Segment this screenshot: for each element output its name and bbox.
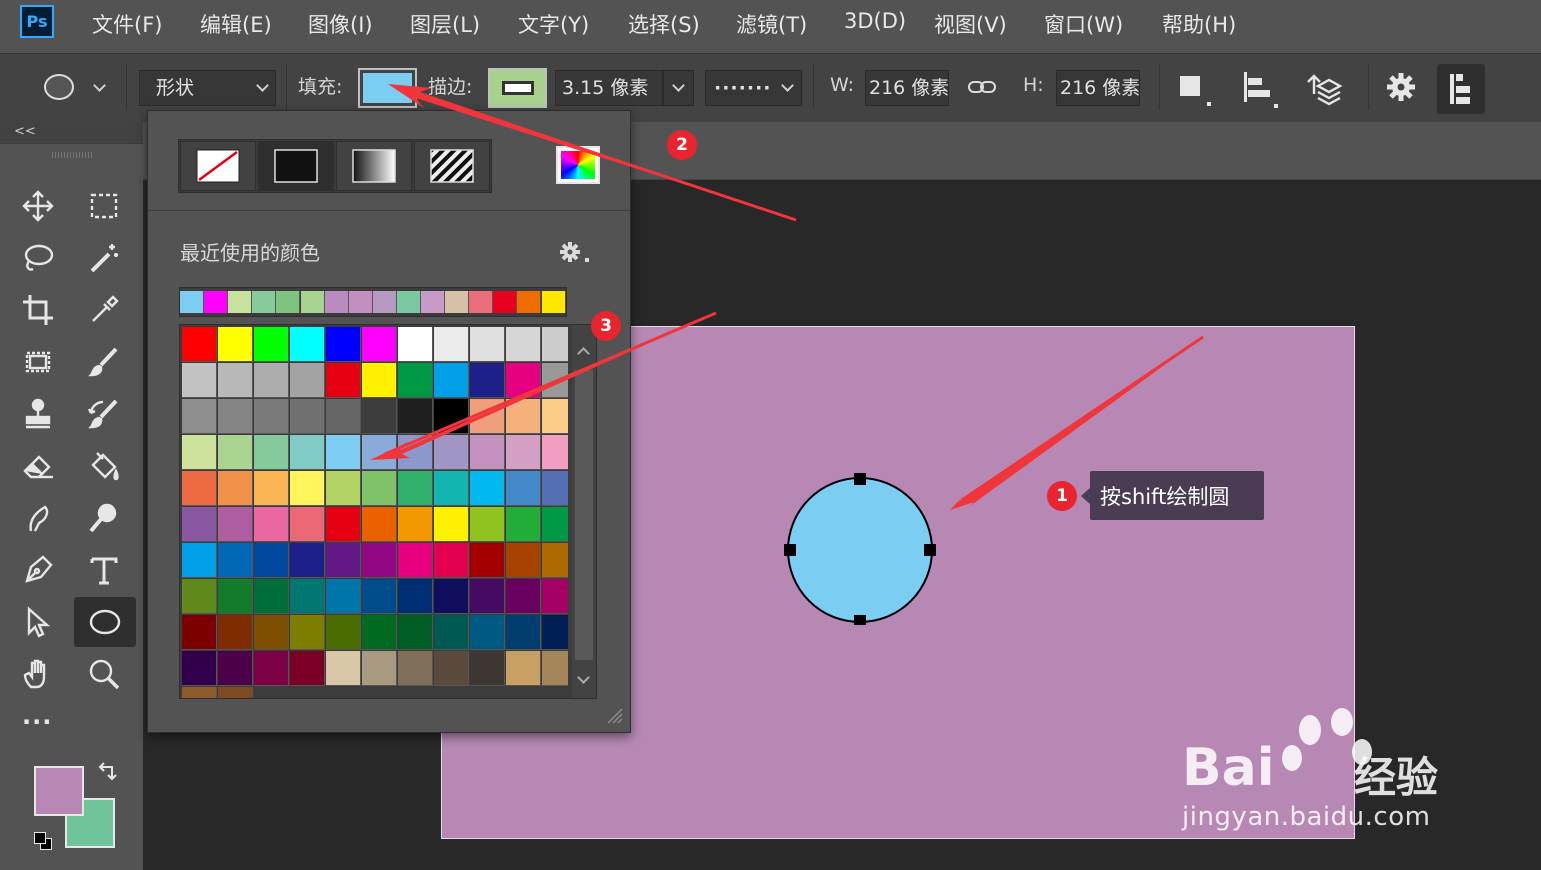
annotation-marker-1: 1 xyxy=(1047,481,1077,511)
watermark-brand-du: du xyxy=(1294,754,1343,794)
watermark-brand: Bai xyxy=(1182,738,1275,798)
baidu-watermark: Bai du 经验 jingyan.baidu.com xyxy=(1180,708,1480,858)
watermark-suffix: 经验 xyxy=(1354,753,1439,802)
annotation-tooltip: 按shift绘制圆 xyxy=(1081,471,1264,520)
watermark-url: jingyan.baidu.com xyxy=(1182,802,1431,832)
annotation-marker-3: 3 xyxy=(591,311,621,341)
tooltip-text: 按shift绘制圆 xyxy=(1100,485,1230,509)
tooltip-pointer xyxy=(1081,488,1090,504)
annotation-marker-2: 2 xyxy=(667,130,697,160)
